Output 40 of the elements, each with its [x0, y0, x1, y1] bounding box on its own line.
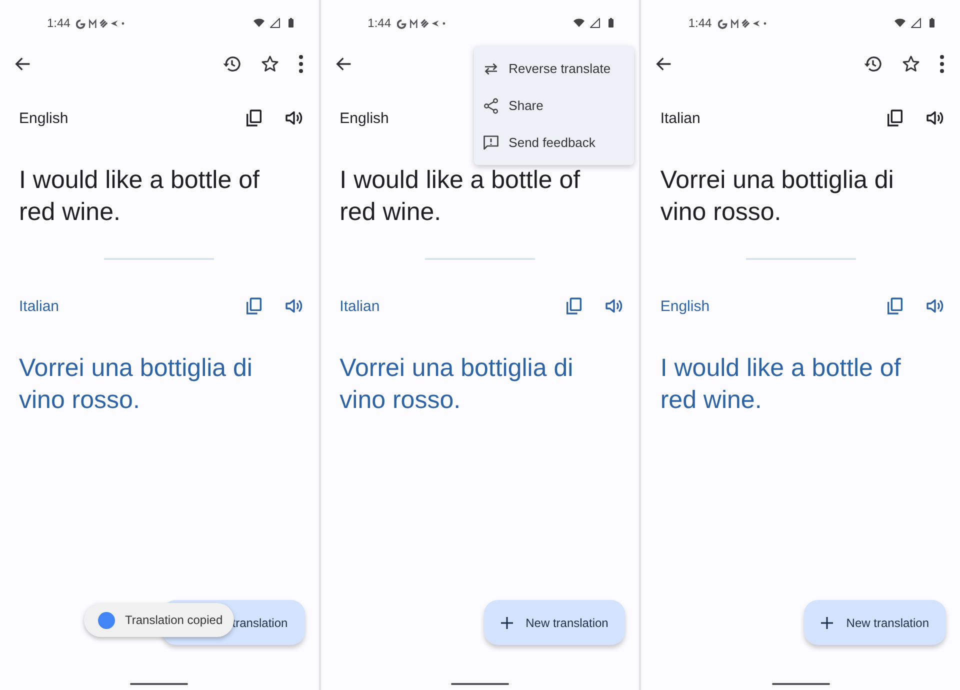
signal-icon [589, 17, 602, 29]
new-translation-button[interactable]: New translation [804, 600, 946, 645]
wifi-icon [252, 17, 265, 29]
star-icon [260, 54, 280, 74]
app-logo-icon [98, 612, 115, 628]
more-icon [939, 54, 946, 74]
feedback-icon [482, 134, 500, 152]
language-label: English [340, 110, 389, 126]
source-text: I would like a bottle of red wine. [19, 165, 260, 228]
share-icon [482, 96, 500, 114]
language-label: English [660, 298, 710, 314]
language-label: Italian [340, 298, 380, 314]
wifi-icon [894, 17, 906, 29]
language-label: Italian [19, 298, 60, 314]
star-icon [901, 54, 922, 74]
copy-icon [885, 296, 906, 316]
language-label: Italian [660, 110, 700, 126]
translated-text: Vorrei una bottiglia di vino rosso. [340, 353, 574, 416]
copy-icon [244, 296, 264, 316]
copy-icon [564, 296, 584, 316]
copy-icon [885, 108, 906, 128]
copy-icon [244, 108, 264, 128]
signal-icon [910, 17, 922, 29]
wifi-icon [573, 17, 586, 29]
more-icon [298, 54, 304, 74]
status-time: 1:44 [47, 16, 70, 30]
source-text: Vorrei una bottiglia di vino rosso. [660, 165, 895, 228]
source-text: I would like a bottle of red wine. [340, 165, 582, 228]
history-icon [222, 54, 242, 74]
new-translation-button[interactable]: New translation [484, 600, 626, 645]
menu-item[interactable]: Send feedback [474, 124, 634, 161]
history-icon [863, 54, 884, 74]
menu-item[interactable]: Share [474, 87, 634, 124]
status-time: 1:44 [368, 16, 392, 30]
translated-text: Vorrei una bottiglia di vino rosso. [19, 353, 254, 416]
language-label: English [19, 110, 68, 126]
menu-item[interactable]: Reverse translate [474, 50, 634, 87]
status-time: 1:44 [688, 16, 712, 30]
signal-icon [268, 17, 281, 29]
translated-text: I would like a bottle of red wine. [660, 353, 902, 416]
